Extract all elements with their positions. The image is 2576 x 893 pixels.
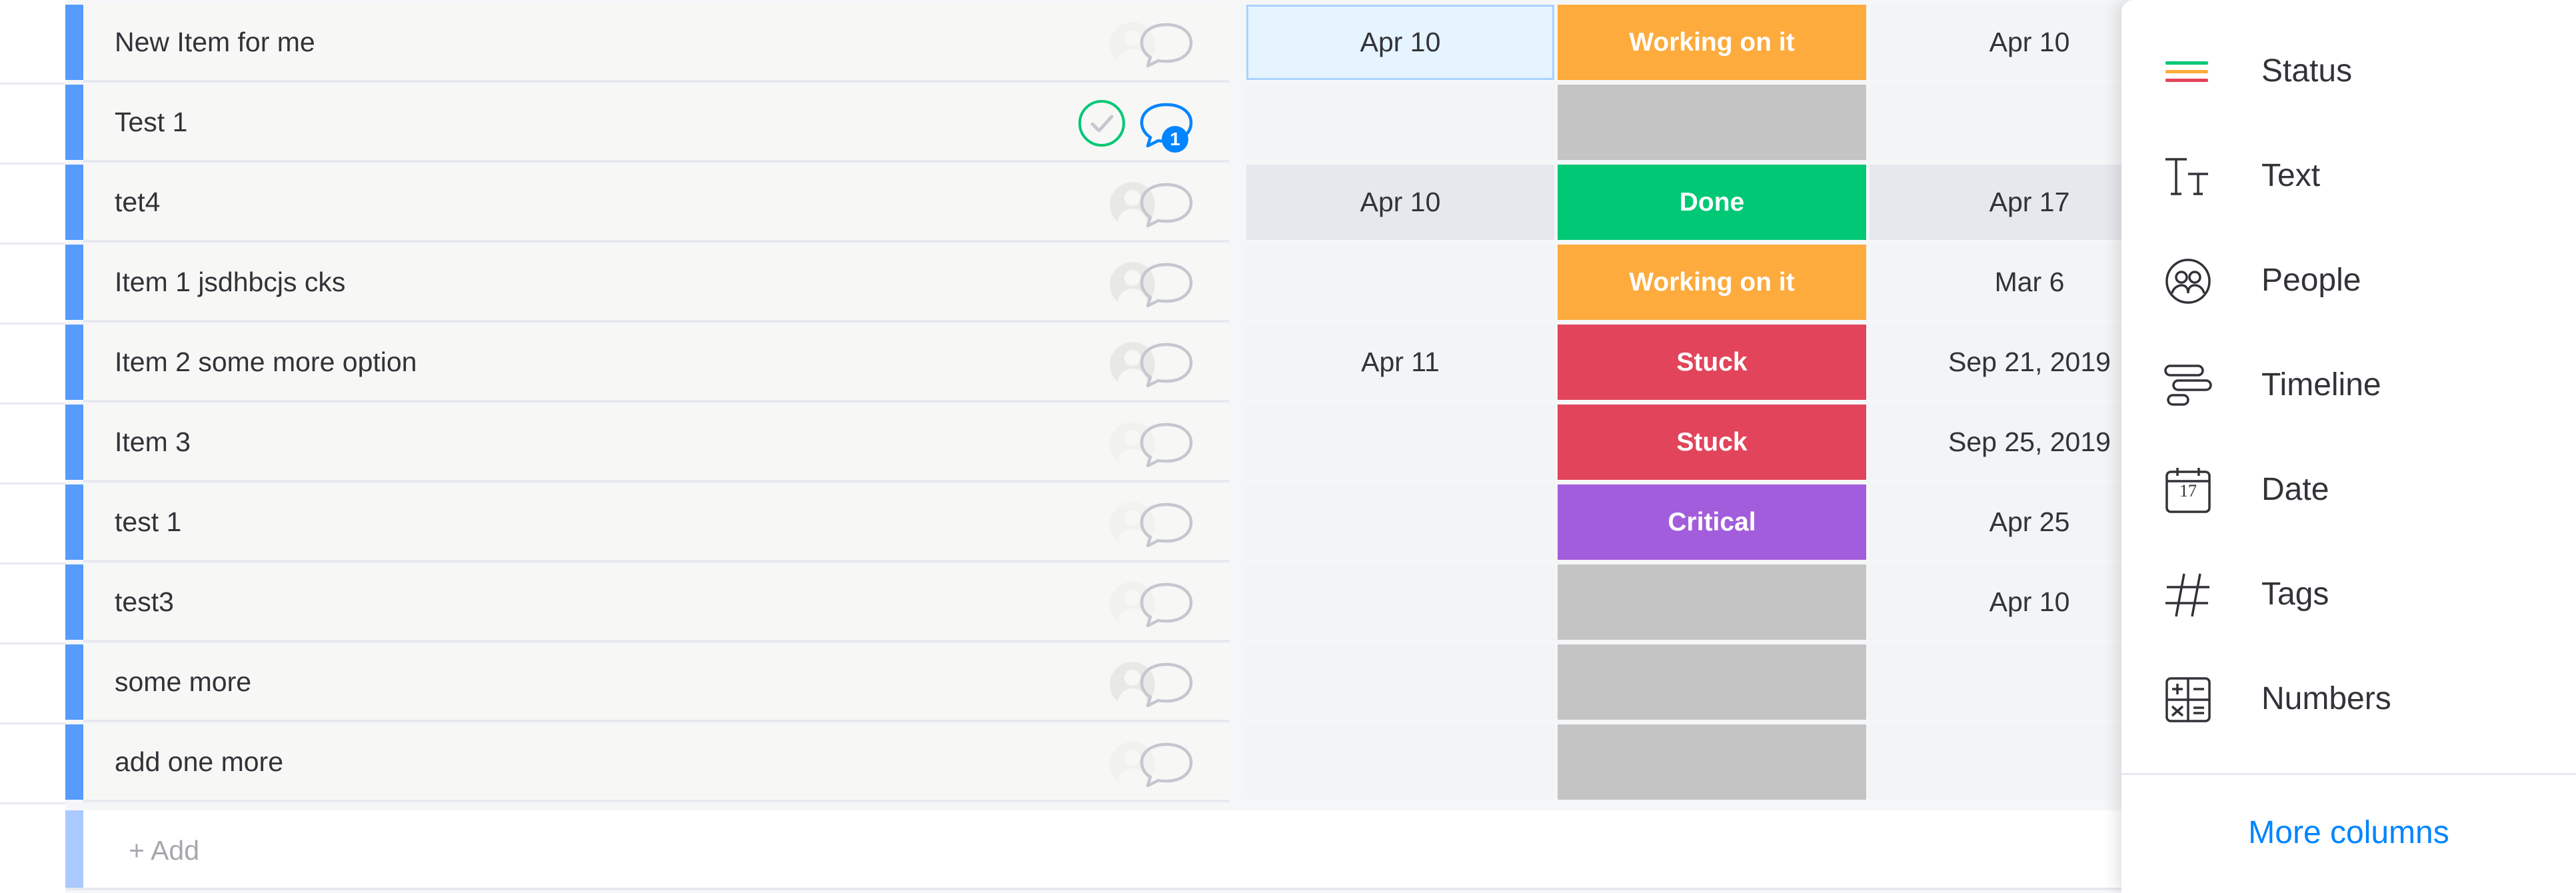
group-color-bar xyxy=(65,564,83,640)
item-name-cell[interactable] xyxy=(83,165,1230,243)
item-name[interactable]: add one more xyxy=(115,724,283,800)
item-name[interactable]: Item 1 jsdhbcjs cks xyxy=(115,245,345,320)
date-cell[interactable] xyxy=(1246,85,1554,160)
date-cell[interactable] xyxy=(1246,644,1554,720)
item-name-cell[interactable] xyxy=(83,405,1230,482)
text-icon xyxy=(2161,150,2215,203)
date-cell[interactable]: Apr 11 xyxy=(1246,325,1554,400)
date-cell[interactable] xyxy=(1246,245,1554,320)
group-color-bar xyxy=(65,405,83,480)
status-cell[interactable]: Stuck xyxy=(1558,325,1866,400)
date-icon-day: 17 xyxy=(2179,481,2197,500)
item-name[interactable]: test 1 xyxy=(115,484,181,560)
add-item-cell[interactable] xyxy=(83,810,2189,890)
row-divider xyxy=(0,802,65,804)
comment-bubble-icon[interactable] xyxy=(1136,181,1196,230)
tags-icon xyxy=(2161,568,2215,622)
column-type-status[interactable]: Status xyxy=(2121,19,2576,123)
column-type-date[interactable]: 17 Date xyxy=(2121,437,2576,542)
item-name[interactable]: New Item for me xyxy=(115,5,315,80)
column-type-text[interactable]: Text xyxy=(2121,123,2576,228)
date-cell[interactable]: Apr 10 xyxy=(1246,5,1554,80)
people-icon xyxy=(2161,255,2215,308)
item-name-cell[interactable] xyxy=(83,85,1230,163)
status-cell[interactable] xyxy=(1558,85,1866,160)
status-cell[interactable] xyxy=(1558,644,1866,720)
column-type-label[interactable]: Date xyxy=(2261,437,2329,542)
add-column-menu: Status Text People Timeline 17 Date Tags xyxy=(2121,0,2576,893)
more-columns-link[interactable]: More columns xyxy=(2121,780,2576,886)
add-item-label[interactable]: + Add xyxy=(129,810,199,890)
item-name[interactable]: test3 xyxy=(115,564,174,640)
menu-divider xyxy=(2121,773,2576,775)
comment-bubble-icon[interactable] xyxy=(1136,421,1196,470)
group-color-bar xyxy=(65,325,83,400)
column-type-numbers[interactable]: Numbers xyxy=(2121,646,2576,751)
status-cell[interactable] xyxy=(1558,724,1866,800)
date-cell[interactable] xyxy=(1246,724,1554,800)
group-color-bar xyxy=(65,5,83,80)
item-name[interactable]: tet4 xyxy=(115,165,160,240)
column-type-label[interactable]: Numbers xyxy=(2261,646,2391,751)
comment-bubble-icon[interactable] xyxy=(1136,660,1196,710)
group-color-bar xyxy=(65,810,83,890)
column-type-tags[interactable]: Tags xyxy=(2121,542,2576,646)
status-cell[interactable]: Stuck xyxy=(1558,405,1866,480)
date-cell[interactable] xyxy=(1246,484,1554,560)
group-color-bar xyxy=(65,484,83,560)
updates-count-badge: 1 xyxy=(1162,126,1188,153)
date-cell[interactable]: Apr 10 xyxy=(1246,165,1554,240)
column-type-label[interactable]: Status xyxy=(2261,19,2352,123)
status-cell[interactable]: Done xyxy=(1558,165,1866,240)
item-name[interactable]: Test 1 xyxy=(115,85,187,160)
group-color-bar xyxy=(65,165,83,240)
check-circle-icon[interactable] xyxy=(1076,98,1127,149)
group-color-bar xyxy=(65,85,83,160)
comment-bubble-icon[interactable] xyxy=(1136,261,1196,310)
item-name[interactable]: Item 3 xyxy=(115,405,191,480)
status-cell[interactable] xyxy=(1558,564,1866,640)
status-cell[interactable]: Critical xyxy=(1558,484,1866,560)
comment-bubble-icon[interactable] xyxy=(1136,500,1196,550)
comment-bubble-icon[interactable] xyxy=(1136,740,1196,790)
status-icon xyxy=(2161,45,2215,99)
item-name[interactable]: Item 2 some more option xyxy=(115,325,417,400)
numbers-icon xyxy=(2161,673,2215,726)
item-name-cell[interactable] xyxy=(83,484,1230,562)
status-cell[interactable]: Working on it xyxy=(1558,245,1866,320)
column-type-label[interactable]: Text xyxy=(2261,123,2320,228)
group-color-bar xyxy=(65,724,83,800)
row-divider xyxy=(65,888,2191,890)
comment-bubble-icon[interactable] xyxy=(1136,580,1196,630)
group-color-bar xyxy=(65,245,83,320)
column-type-label[interactable]: Tags xyxy=(2261,542,2329,646)
date-cell[interactable] xyxy=(1246,405,1554,480)
column-type-label[interactable]: Timeline xyxy=(2261,333,2381,437)
date-cell[interactable] xyxy=(1246,564,1554,640)
column-type-timeline[interactable]: Timeline xyxy=(2121,333,2576,437)
column-type-people[interactable]: People xyxy=(2121,228,2576,333)
item-name-cell[interactable] xyxy=(83,644,1230,722)
status-cell[interactable]: Working on it xyxy=(1558,5,1866,80)
timeline-icon xyxy=(2161,359,2215,413)
item-name-cell[interactable] xyxy=(83,564,1230,642)
item-name[interactable]: some more xyxy=(115,644,251,720)
comment-bubble-icon[interactable] xyxy=(1136,341,1196,390)
column-type-label[interactable]: People xyxy=(2261,228,2361,333)
group-color-bar xyxy=(65,644,83,720)
date-icon: 17 xyxy=(2161,464,2215,517)
comment-bubble-icon[interactable] xyxy=(1136,21,1196,70)
